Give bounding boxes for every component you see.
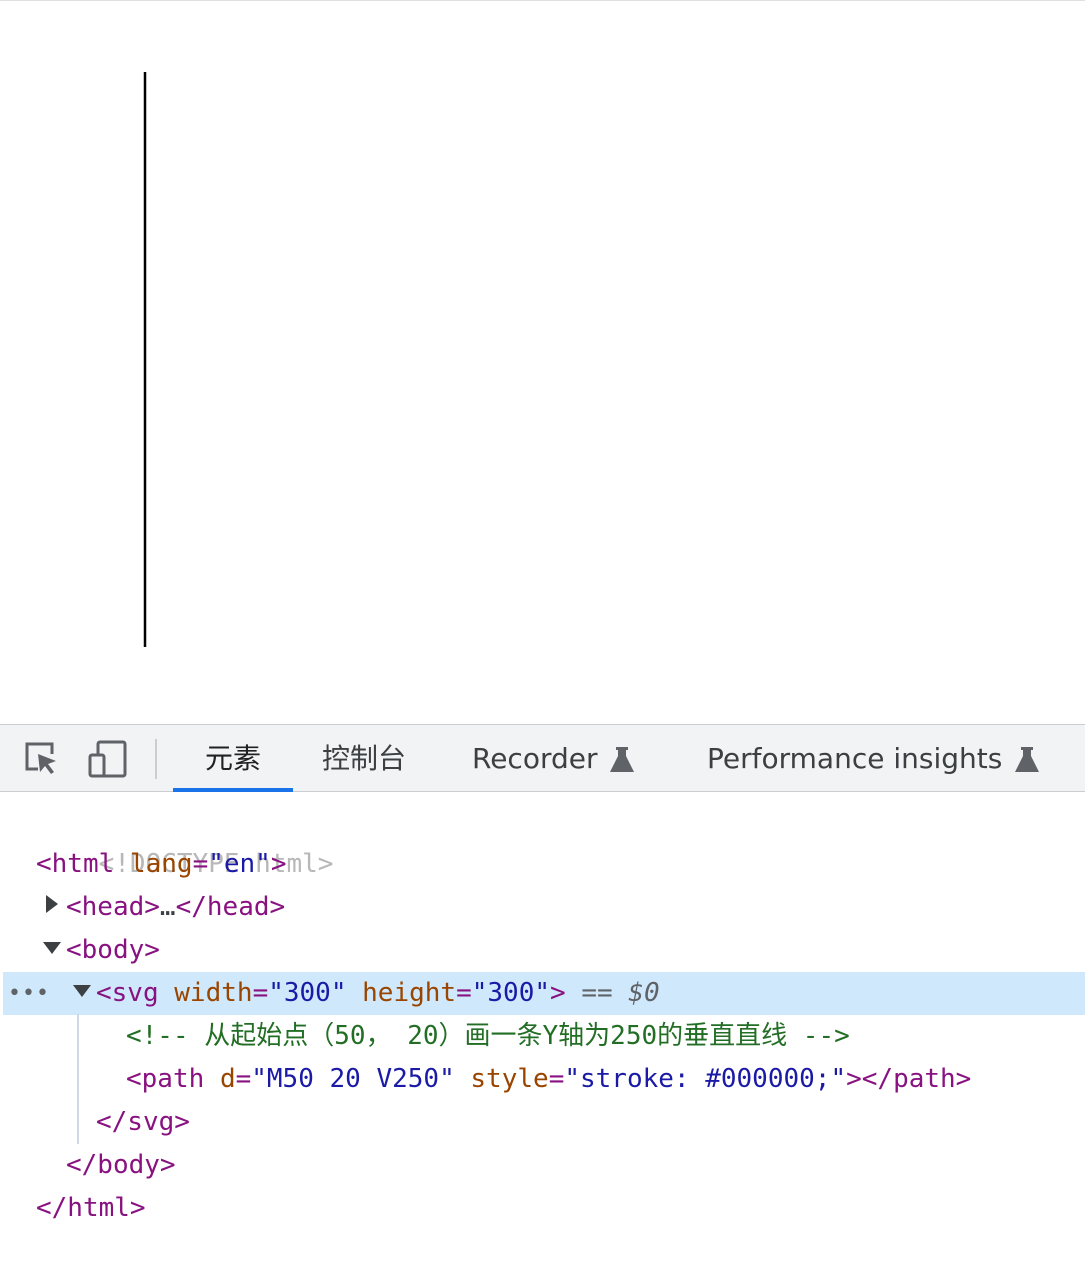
tab-console-label: 控制台 (322, 742, 407, 775)
toolbar-separator (155, 739, 157, 779)
path-d-value: "M50 20 V250" (251, 1064, 455, 1094)
comment-text: <!-- 从起始点（50， 20）画一条Y轴为250的垂直直线 --> (126, 1021, 850, 1051)
head-close-tag: </head> (175, 892, 286, 922)
path-d-attr: d (219, 1064, 236, 1094)
dom-tree: <!DOCTYPE html> <html lang="en"> <head>…… (0, 800, 1085, 1260)
body-open-tag: <body> (66, 935, 160, 965)
svg-height-attr: height (362, 978, 457, 1008)
selected-node-marker: == $0 (581, 978, 660, 1008)
dom-node-path[interactable]: <path d="M50 20 V250" style="stroke: #00… (126, 1058, 971, 1101)
collapse-svg-icon[interactable] (73, 985, 91, 997)
nesting-guide-line (77, 1014, 79, 1144)
dom-node-doctype[interactable]: <!DOCTYPE html> (36, 800, 334, 879)
svg-open-close: > (550, 978, 566, 1008)
dom-node-body[interactable]: <body> (66, 929, 160, 972)
svg-width-value: "300" (268, 978, 347, 1008)
svg-height-value: "300" (471, 978, 551, 1008)
svg-close-tag: </svg> (96, 1107, 190, 1137)
path-style-attr: style (470, 1064, 549, 1094)
tab-elements[interactable]: 元素 (173, 725, 293, 793)
html-lang-attr: lang (129, 849, 193, 879)
flask-icon (610, 747, 635, 772)
active-tab-indicator (173, 788, 293, 792)
svg-open-tag: <svg (96, 978, 159, 1008)
rendered-svg (143, 72, 147, 647)
flask-icon (1015, 747, 1040, 772)
path-close-tag: ></path> (846, 1064, 972, 1094)
path-style-value: "stroke: #000000;" (564, 1064, 847, 1094)
html-open-close: > (270, 849, 287, 879)
head-ellipsis: … (159, 892, 176, 922)
dom-node-html-close[interactable]: </html> (36, 1187, 146, 1230)
row-menu-icon[interactable]: ••• (8, 972, 50, 1015)
svg-node-text: <svg width="300" height="300"> == $0 (96, 978, 660, 1008)
tab-performance-insights-label: Performance insights (707, 742, 1003, 775)
dom-node-comment[interactable]: <!-- 从起始点（50， 20）画一条Y轴为250的垂直直线 --> (126, 1015, 850, 1058)
path-open-tag: <path (126, 1064, 205, 1094)
tab-elements-label: 元素 (204, 742, 261, 775)
expand-head-icon[interactable] (46, 895, 58, 913)
head-open-tag: <head> (66, 892, 160, 922)
tab-performance-insights[interactable]: Performance insights (707, 725, 1040, 793)
devtools-toolbar: 元素 控制台 Recorder Performance insights (0, 724, 1085, 792)
html-lang-value: "en" (208, 849, 271, 879)
page-viewport (0, 0, 1085, 725)
collapse-body-icon[interactable] (43, 942, 61, 954)
tab-recorder[interactable]: Recorder (472, 725, 635, 793)
device-toggle-icon[interactable] (88, 739, 128, 779)
dom-node-svg-close[interactable]: </svg> (96, 1101, 190, 1144)
svg-width-attr: width (174, 978, 253, 1008)
html-open-tag: <html (36, 849, 115, 879)
dom-node-html[interactable]: <html lang="en"> (36, 843, 287, 886)
tab-recorder-label: Recorder (472, 742, 598, 775)
dom-node-head[interactable]: <head>…</head> (66, 886, 285, 929)
inspect-element-icon[interactable] (22, 739, 62, 779)
html-close-tag: </html> (36, 1193, 146, 1223)
tab-console[interactable]: 控制台 (322, 725, 406, 793)
body-close-tag: </body> (66, 1150, 176, 1180)
dom-node-body-close[interactable]: </body> (66, 1144, 176, 1187)
